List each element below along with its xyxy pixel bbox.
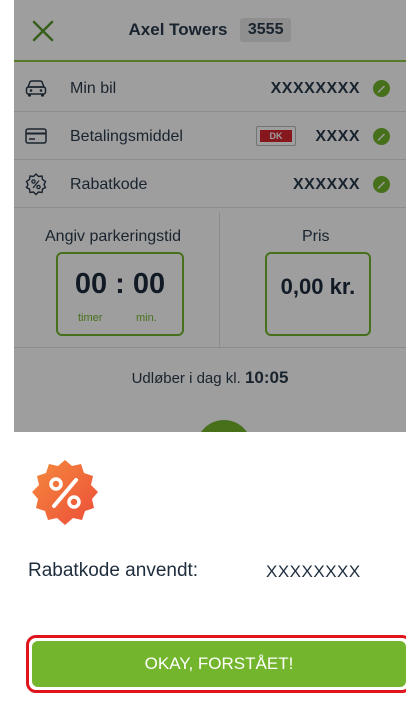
discount-badge-icon [26, 456, 104, 534]
bottom-sheet: Rabatkode anvendt: XXXXXXXX OKAY, FORSTÅ… [14, 432, 406, 717]
dim-overlay[interactable] [14, 0, 406, 432]
ok-button[interactable]: OKAY, FORSTÅET! [32, 641, 406, 687]
applied-code-value: XXXXXXXX [266, 562, 361, 581]
applied-code-label: Rabatkode anvendt: [28, 560, 199, 581]
parking-screen: Axel Towers 3555 Min bil XXXXXXXX Betali… [14, 0, 406, 717]
